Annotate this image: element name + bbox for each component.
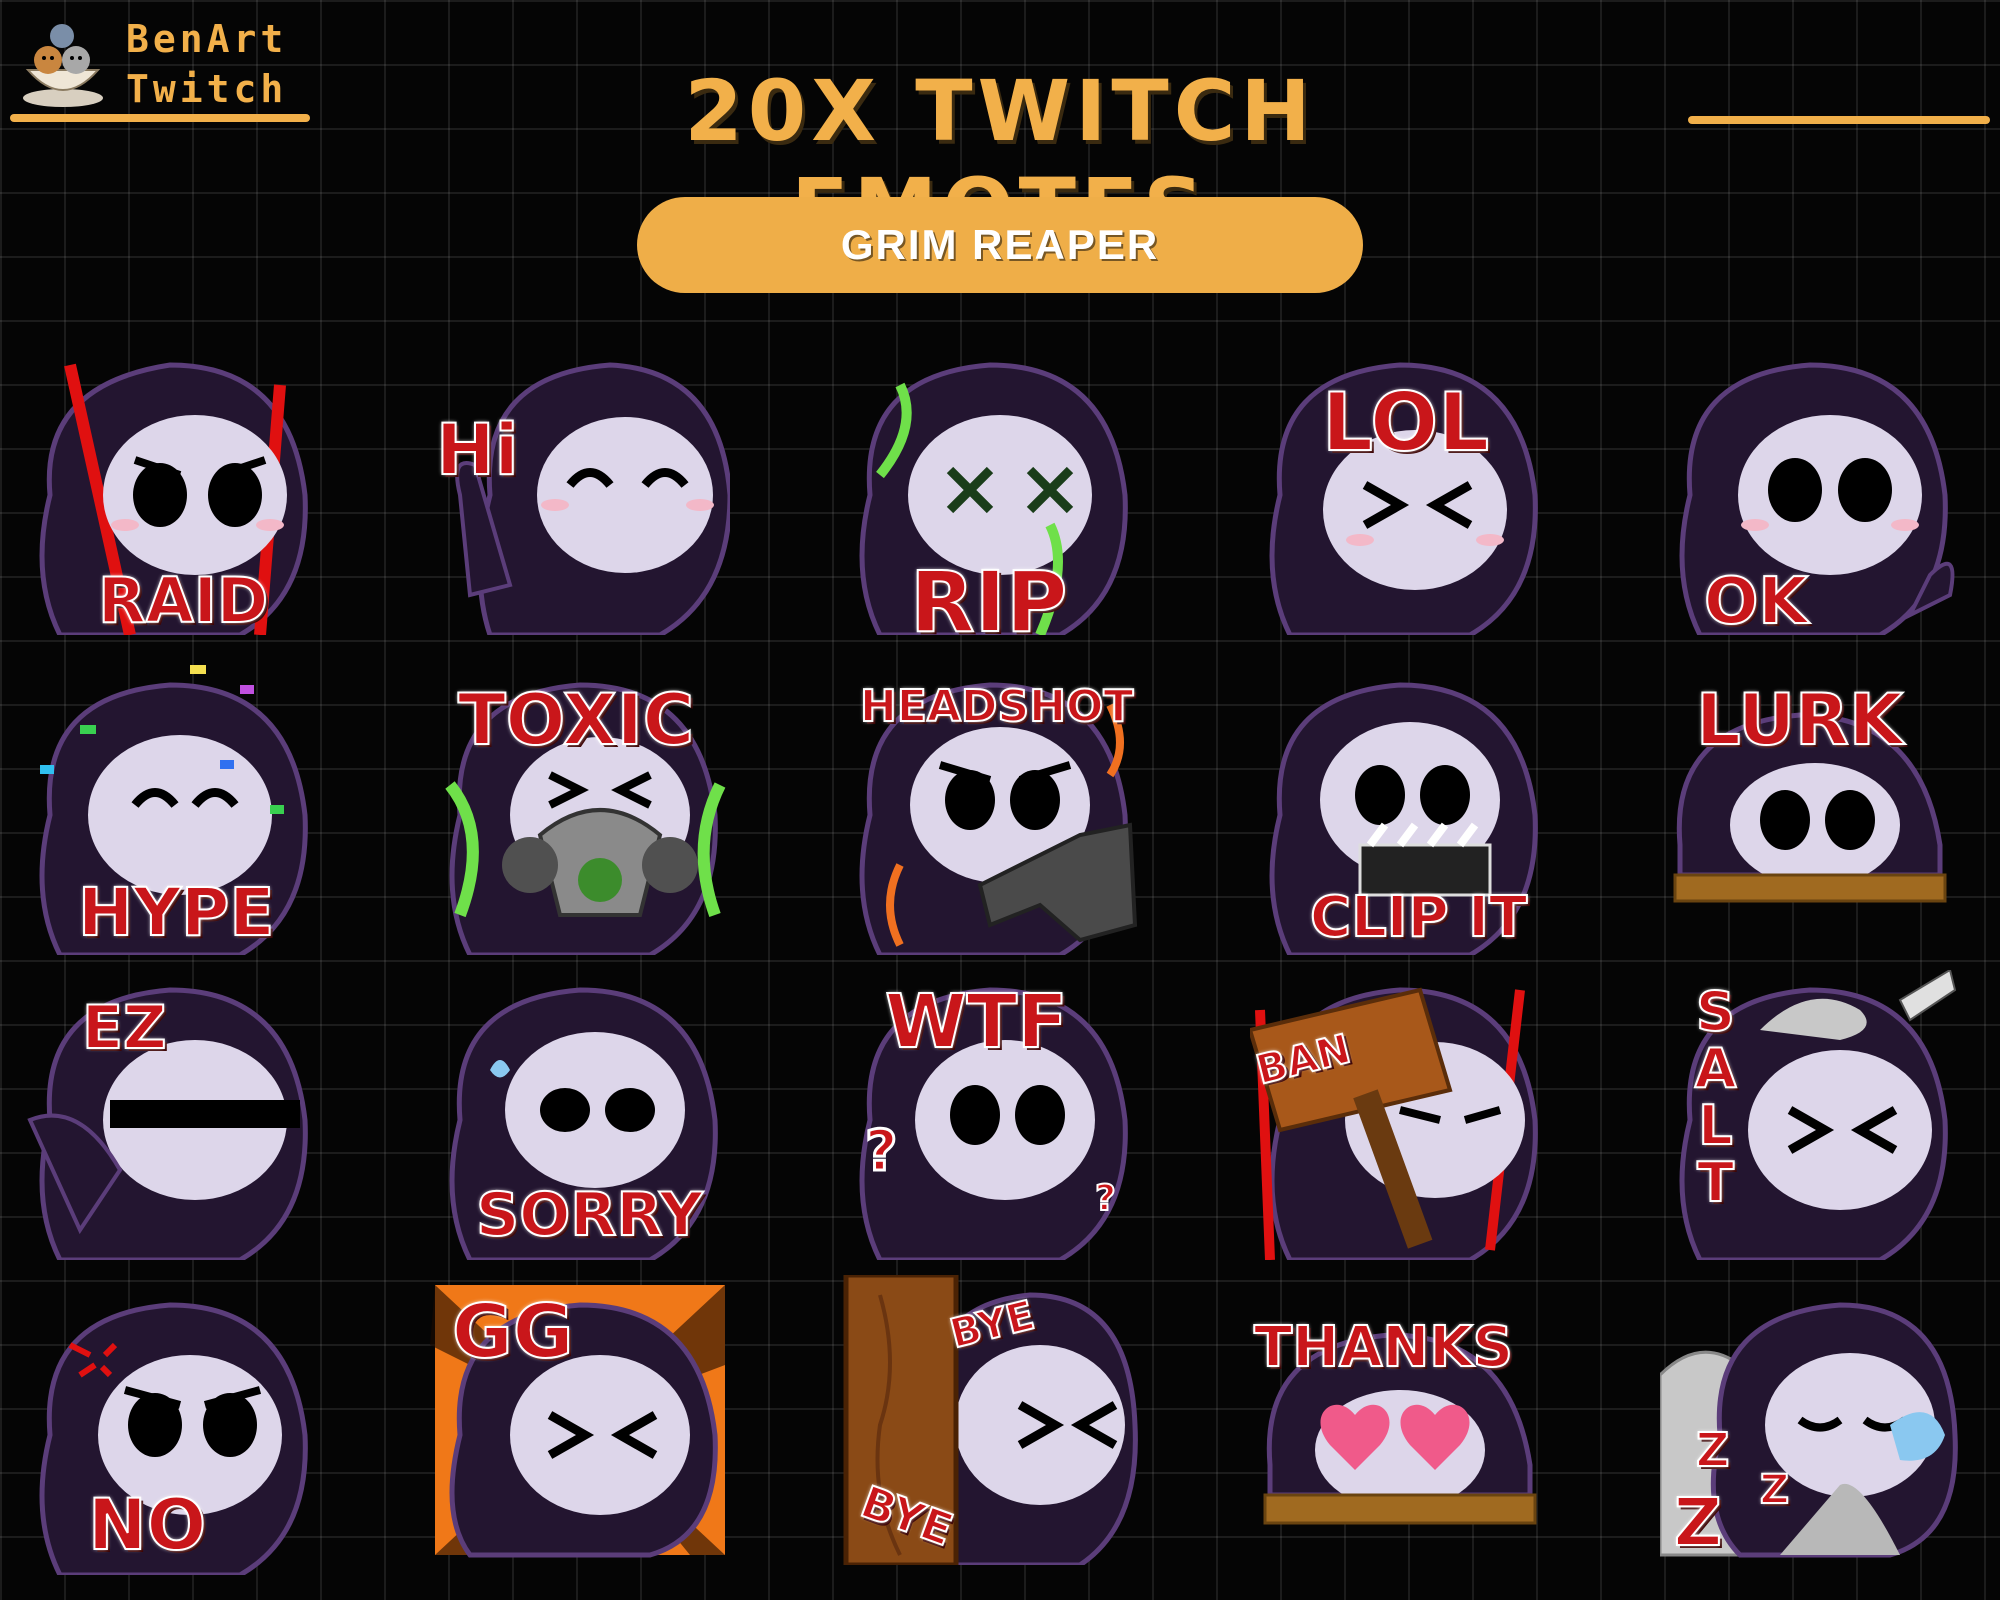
emote-label: LOL bbox=[1321, 376, 1490, 469]
reaper-icon bbox=[27, 987, 308, 1260]
emote-bye: BYE BYE bbox=[840, 1275, 1140, 1565]
emote-label: HYPE bbox=[77, 874, 275, 951]
emote-ok: OK bbox=[1660, 345, 1960, 635]
emote-salt: SALT bbox=[1660, 970, 1960, 1260]
svg-text:?: ? bbox=[1095, 1178, 1116, 1219]
emote-label: LURK bbox=[1695, 679, 1904, 761]
emote-label: OK bbox=[1703, 565, 1809, 639]
emote-label: CLIP IT bbox=[1309, 885, 1528, 950]
emote-grid: RAID Hi RIP LOL OK HYPE TOXIC HEADSHOT C… bbox=[0, 0, 2000, 1600]
emote-label-3: Z bbox=[1673, 1484, 1723, 1561]
emote-label: TOXIC bbox=[457, 679, 695, 761]
emote-label: SALT bbox=[1683, 979, 1748, 1209]
emote-label: Z bbox=[1695, 1423, 1730, 1477]
emote-lol: LOL bbox=[1250, 345, 1550, 635]
emote-sleep: Z Z Z bbox=[1660, 1285, 1960, 1575]
svg-text:?: ? bbox=[865, 1119, 897, 1184]
emote-gg: GG bbox=[430, 1285, 730, 1575]
emote-sorry: SORRY bbox=[430, 970, 730, 1260]
emote-label: RAID bbox=[97, 564, 269, 637]
emote-no: NO bbox=[20, 1285, 320, 1575]
emote-label: Hi bbox=[435, 409, 520, 491]
emote-label-2: Z bbox=[1759, 1467, 1790, 1513]
reaper-icon bbox=[1250, 987, 1538, 1260]
emote-label: RIP bbox=[909, 553, 1068, 651]
emote-label: EZ bbox=[81, 993, 167, 1063]
emote-label: NO bbox=[87, 1484, 207, 1566]
emote-thanks: THANKS bbox=[1250, 1285, 1550, 1575]
emote-headshot: HEADSHOT bbox=[840, 665, 1140, 955]
emote-label: HEADSHOT bbox=[859, 681, 1134, 732]
emote-raid: RAID bbox=[20, 345, 320, 635]
emote-label: THANKS bbox=[1253, 1315, 1514, 1380]
emote-hi: Hi bbox=[430, 345, 730, 635]
emote-hype: HYPE bbox=[20, 665, 320, 955]
emote-toxic: TOXIC bbox=[430, 665, 730, 955]
emote-clip-it: CLIP IT bbox=[1250, 665, 1550, 955]
emote-rip: RIP bbox=[840, 345, 1140, 645]
emote-label: WTF bbox=[884, 979, 1069, 1065]
emote-lurk: LURK bbox=[1660, 665, 1960, 955]
emote-label: GG bbox=[451, 1289, 574, 1375]
emote-ez: EZ bbox=[20, 970, 320, 1260]
emote-wtf: ? ? WTF bbox=[840, 970, 1140, 1260]
emote-label: SORRY bbox=[475, 1180, 704, 1250]
emote-ban: BAN bbox=[1250, 970, 1550, 1260]
